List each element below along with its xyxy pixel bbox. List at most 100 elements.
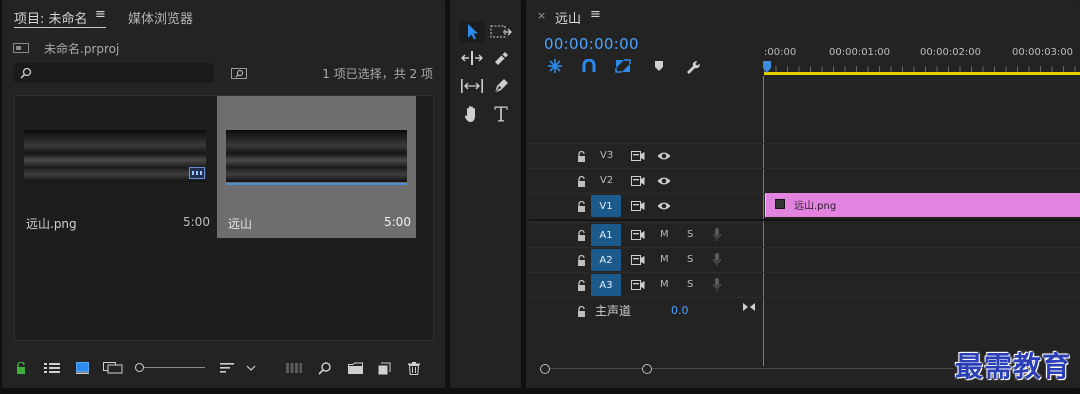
zoom-slider-handle[interactable] [135, 363, 144, 372]
close-icon[interactable]: × [537, 9, 546, 22]
automate-to-sequence-icon [285, 361, 303, 375]
solo-button[interactable]: S [687, 254, 693, 265]
time-ruler[interactable]: :00:00 00:00:01:00 00:00:02:00 00:00:03:… [764, 40, 1080, 76]
tab-media-browser[interactable]: 媒体浏览器 [128, 8, 193, 27]
slip-tool-icon[interactable] [460, 77, 484, 95]
microphone-icon[interactable] [711, 227, 723, 243]
snap-magnet-icon[interactable] [581, 58, 597, 74]
solo-button[interactable]: S [687, 279, 693, 290]
project-panel: 项目: 未命名 ≡ 媒体浏览器 未命名.prproj 1 项已选择，共 2 项 [2, 0, 445, 388]
track-lock-icon[interactable] [575, 174, 587, 188]
sync-lock-icon[interactable] [630, 228, 646, 242]
new-item-icon[interactable] [376, 361, 392, 375]
watermark: 最需教育 [955, 350, 1072, 383]
playhead-handle[interactable] [763, 61, 771, 73]
media-item[interactable]: 远山.png 5:00 [15, 96, 217, 238]
zoom-slider[interactable] [135, 363, 205, 373]
wrench-icon[interactable] [683, 58, 701, 74]
media-item-selected[interactable]: 远山 5:00 [217, 96, 416, 238]
eye-icon[interactable] [656, 149, 672, 163]
thumbnail [226, 130, 407, 182]
tab-project[interactable]: 项目: 未命名 [14, 8, 88, 27]
track-target-a3[interactable]: A3 [591, 274, 621, 296]
scrollbar-handle-right[interactable] [642, 364, 652, 374]
app-window: 项目: 未命名 ≡ 媒体浏览器 未命名.prproj 1 项已选择，共 2 项 [0, 0, 1080, 394]
microphone-icon[interactable] [711, 277, 723, 293]
work-area-bar[interactable] [764, 72, 1080, 75]
scrollbar-handle-left[interactable] [540, 364, 550, 374]
eye-icon[interactable] [656, 174, 672, 188]
ripple-edit-tool-icon[interactable] [460, 49, 484, 67]
active-tab-underline [14, 27, 106, 28]
still-image-badge-icon [189, 167, 205, 179]
track-lock-icon[interactable] [575, 304, 587, 318]
find-icon[interactable] [316, 361, 332, 375]
master-volume-value[interactable]: 0.0 [671, 304, 689, 317]
tab-menu-icon[interactable]: ≡ [95, 7, 106, 22]
sort-icon[interactable] [219, 361, 235, 375]
icon-view-icon[interactable] [74, 361, 90, 375]
tab-sequence[interactable]: 远山 [555, 8, 581, 27]
type-tool-icon[interactable] [491, 104, 511, 124]
lock-icon[interactable] [14, 361, 28, 375]
selection-arrow-icon [466, 24, 480, 40]
project-bin-icon [12, 40, 30, 54]
sync-lock-icon[interactable] [630, 174, 646, 188]
chevron-down-icon[interactable] [244, 361, 258, 375]
sync-lock-icon[interactable] [630, 149, 646, 163]
track-name: V3 [600, 150, 614, 161]
clip-name: 远山.png [794, 201, 837, 212]
sync-lock-icon[interactable] [630, 199, 646, 213]
track-lock-icon[interactable] [575, 199, 587, 213]
linked-selection-icon[interactable] [614, 58, 632, 74]
tab-menu-icon[interactable]: ≡ [590, 7, 601, 22]
find-icon[interactable] [230, 64, 248, 80]
zoom-slider-track [139, 367, 205, 368]
mute-button[interactable]: M [660, 279, 669, 290]
track-lock-icon[interactable] [575, 228, 587, 242]
media-item-duration: 5:00 [183, 215, 210, 229]
pen-tool-icon[interactable] [491, 77, 511, 95]
timeline-clip[interactable]: 远山.png [765, 193, 1080, 217]
marker-icon[interactable] [651, 58, 667, 74]
razor-tool-icon[interactable] [491, 49, 511, 67]
eye-icon[interactable] [656, 199, 672, 213]
new-bin-icon[interactable] [346, 361, 364, 375]
track-lock-icon[interactable] [575, 278, 587, 292]
track-lock-icon[interactable] [575, 149, 587, 163]
track-lock-icon[interactable] [575, 253, 587, 267]
media-item-duration: 5:00 [384, 215, 411, 229]
search-field[interactable] [36, 65, 208, 81]
media-item-name: 远山 [228, 217, 253, 231]
track-lanes[interactable]: 远山.png [764, 143, 1080, 323]
search-input[interactable] [14, 63, 214, 83]
sequence-progress-bar [226, 183, 407, 185]
timeline-scrollbar[interactable] [540, 362, 960, 376]
ruler-label: :00:00 [764, 47, 797, 58]
trash-icon[interactable] [406, 361, 422, 375]
search-icon [19, 66, 33, 80]
playhead-timecode[interactable]: 00:00:00:00 [544, 35, 639, 53]
microphone-icon[interactable] [711, 252, 723, 268]
track-target-v1[interactable]: V1 [591, 195, 621, 217]
track-target-a2[interactable]: A2 [591, 249, 621, 271]
ruler-label: 00:00:02:00 [920, 47, 982, 58]
track-header-v3: V3 [529, 143, 764, 167]
nest-icon[interactable] [547, 58, 563, 74]
mute-button[interactable]: M [660, 254, 669, 265]
sync-lock-icon[interactable] [630, 253, 646, 267]
selection-tool[interactable] [459, 21, 485, 43]
mute-button[interactable]: M [660, 229, 669, 240]
scrollbar-track [544, 368, 954, 369]
track-header-a2: A2 M S [529, 247, 764, 271]
solo-button[interactable]: S [687, 229, 693, 240]
jump-to-end-icon[interactable] [741, 301, 757, 313]
track-header-a3: A3 M S [529, 272, 764, 296]
freeform-view-icon[interactable] [102, 361, 124, 375]
hand-tool-icon[interactable] [461, 104, 483, 124]
track-target-a1[interactable]: A1 [591, 224, 621, 246]
track-select-tool-icon[interactable] [489, 23, 513, 41]
track-header-master: 主声道 0.0 [529, 297, 764, 323]
sync-lock-icon[interactable] [630, 278, 646, 292]
list-view-icon[interactable] [43, 361, 61, 375]
